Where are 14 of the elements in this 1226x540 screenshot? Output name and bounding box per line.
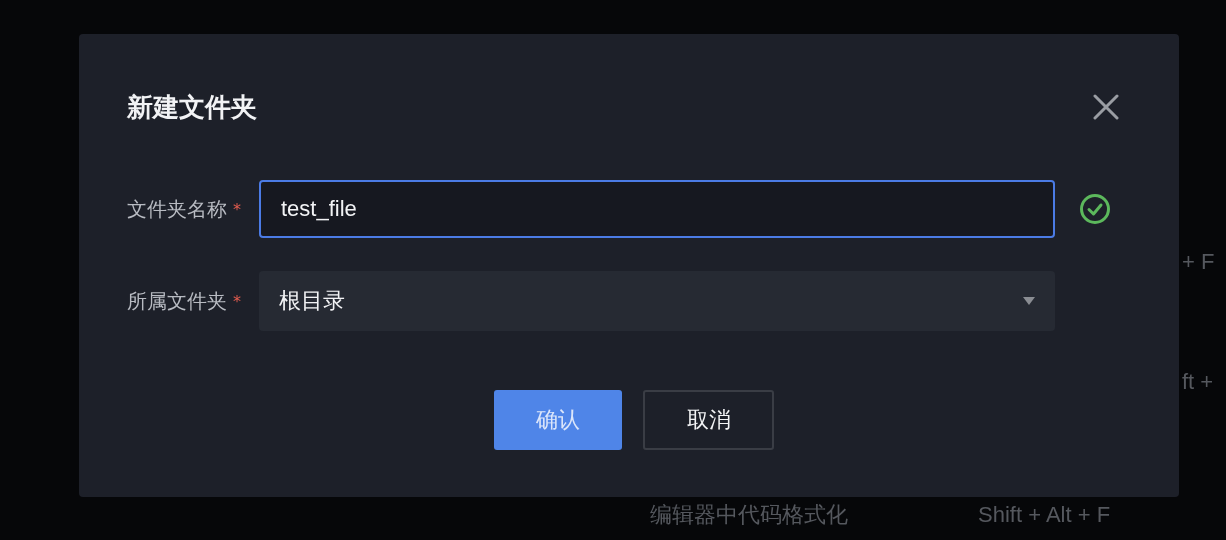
cancel-button[interactable]: 取消 [643, 390, 774, 450]
field-label: 所属文件夹 [127, 287, 227, 315]
field-label: 文件夹名称 [127, 195, 227, 223]
required-asterisk: * [233, 199, 242, 219]
caret-icon [1023, 297, 1035, 305]
folder-dropdown[interactable]: 根目录 [259, 271, 1055, 331]
shortcut-keys: Shift + Alt + F [978, 501, 1111, 529]
name-input-field[interactable]: test_file [259, 180, 1055, 238]
shortcut-description: 编辑器中代码格式化 [650, 501, 848, 529]
close-icon[interactable] [1093, 94, 1119, 120]
shortcut-keys: ft + [1182, 368, 1214, 396]
dialog-title: 新建文件夹 [127, 90, 257, 124]
shortcut-keys: + F [1182, 248, 1215, 276]
required-asterisk: * [233, 291, 242, 311]
